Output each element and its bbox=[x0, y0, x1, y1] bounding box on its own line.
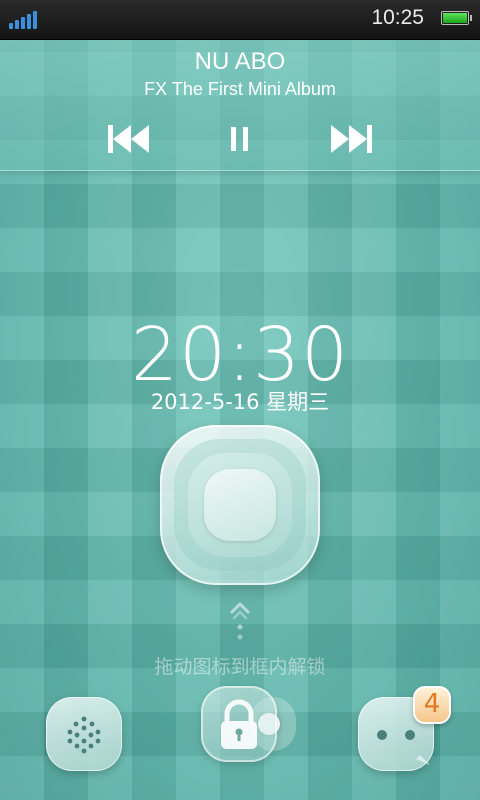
music-widget: NU ABO FX The First Mini Album bbox=[0, 40, 480, 171]
battery-full-icon bbox=[441, 11, 472, 25]
unlock-drag-handle[interactable] bbox=[201, 686, 277, 762]
song-title: NU ABO bbox=[194, 48, 286, 75]
unlock-hint-text: 拖动图标到框内解锁 bbox=[154, 656, 326, 678]
next-track-button[interactable] bbox=[329, 122, 373, 156]
phone-shortcut-button[interactable] bbox=[46, 697, 122, 771]
status-bar: 10:25 bbox=[0, 0, 480, 40]
padlock-icon bbox=[221, 699, 257, 749]
pause-icon bbox=[231, 127, 248, 151]
album-name: FX The First Mini Album bbox=[144, 79, 336, 99]
unlock-drop-zone bbox=[160, 425, 320, 585]
unread-messages-badge: 4 bbox=[413, 686, 451, 724]
phone-dialpad-icon bbox=[67, 716, 101, 754]
previous-track-icon bbox=[108, 125, 149, 153]
previous-track-button[interactable] bbox=[107, 122, 151, 156]
next-track-icon bbox=[331, 125, 372, 153]
pause-button[interactable] bbox=[229, 122, 251, 156]
lock-date: 2012-5-16 星期三 bbox=[150, 390, 330, 414]
signal-bars-icon bbox=[9, 11, 39, 29]
status-time: 10:25 bbox=[371, 6, 424, 29]
swipe-up-hint-icon bbox=[230, 602, 250, 640]
lock-screen: 10:25 NU ABO FX The First Mini Album 20:… bbox=[0, 0, 480, 800]
